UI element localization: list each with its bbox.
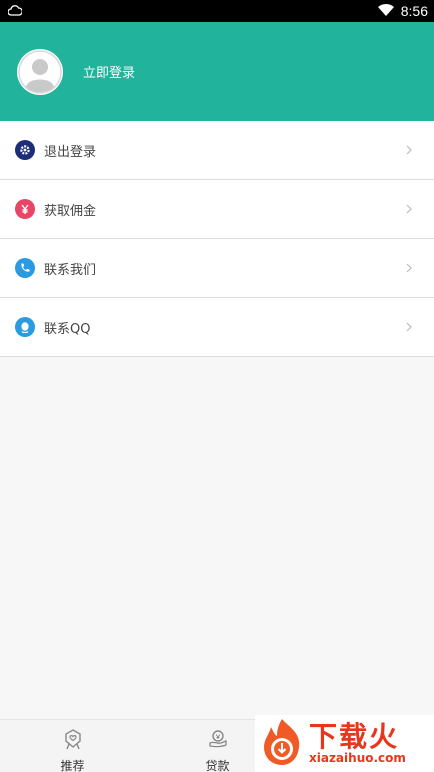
menu-item-contact-qq[interactable]: 联系QQ (0, 298, 434, 357)
gear-icon (15, 140, 35, 160)
menu-item-label: 联系我们 (44, 262, 97, 278)
user-avatar-icon[interactable] (17, 48, 63, 95)
watermark-title: 下载火 (309, 720, 400, 753)
chevron-right-icon (404, 144, 414, 156)
chevron-right-icon (404, 321, 414, 333)
profile-header: 立即登录 (0, 22, 434, 121)
menu-item-commission[interactable]: 获取佣金 (0, 180, 434, 239)
status-time: 8:56 (400, 3, 428, 19)
tab-label: 推荐 (60, 759, 85, 772)
watermark: 下载火 xiazaihuo.com (255, 715, 434, 772)
wifi-icon (377, 2, 395, 21)
menu-item-label: 退出登录 (44, 144, 97, 160)
tab-label: 贷款 (205, 759, 230, 772)
menu-list: 退出登录 获取佣金 联系我们 联系QQ (0, 121, 434, 357)
recommend-icon (62, 728, 84, 754)
status-right: 8:56 (377, 2, 428, 21)
menu-item-logout[interactable]: 退出登录 (0, 121, 434, 180)
watermark-text: 下载火 xiazaihuo.com (309, 722, 406, 765)
menu-item-label: 获取佣金 (44, 203, 97, 219)
qq-icon (15, 317, 35, 337)
cloud-icon (7, 2, 23, 21)
menu-item-label: 联系QQ (44, 321, 91, 337)
menu-item-contact-us[interactable]: 联系我们 (0, 239, 434, 298)
flame-logo-icon (259, 717, 305, 771)
watermark-subtitle: xiazaihuo.com (309, 751, 406, 765)
chevron-right-icon (404, 203, 414, 215)
status-bar: 8:56 (0, 0, 434, 22)
status-left (7, 2, 23, 21)
loan-icon (207, 728, 229, 754)
tab-recommend[interactable]: 推荐 (0, 720, 145, 772)
login-link[interactable]: 立即登录 (83, 62, 135, 81)
chevron-right-icon (404, 262, 414, 274)
yen-icon (15, 199, 35, 219)
phone-icon (15, 258, 35, 278)
